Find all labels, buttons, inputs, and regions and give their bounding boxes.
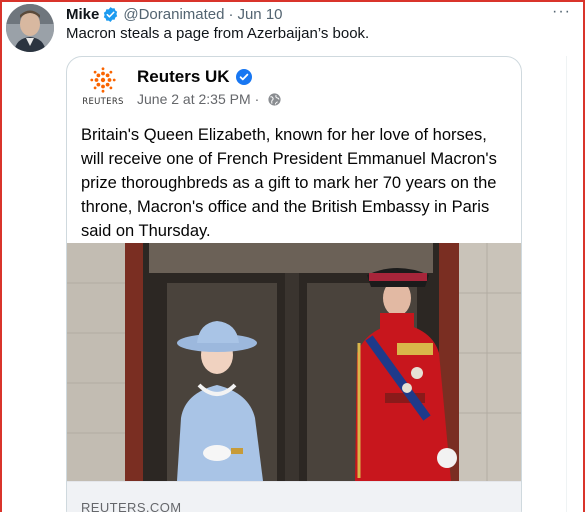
post-body: Britain's Queen Elizabeth, known for her… xyxy=(81,126,497,240)
reuters-logo: REUTERS xyxy=(81,67,125,107)
post-meta: June 2 at 2:35 PM · xyxy=(137,91,281,107)
author-handle[interactable]: @Doranimated xyxy=(123,6,224,23)
reuters-logo-icon xyxy=(90,67,116,93)
tweet-date[interactable]: Jun 10 xyxy=(237,6,282,23)
reuters-logo-text: REUTERS xyxy=(82,97,124,107)
more-horizontal-icon[interactable]: ··· xyxy=(552,4,571,20)
author-name[interactable]: Mike xyxy=(66,6,99,23)
tweet-header: Mike @Doranimated · Jun 10 xyxy=(66,4,283,24)
globe-icon xyxy=(268,92,281,106)
verified-badge-icon xyxy=(235,69,252,85)
page-name-row: Reuters UK xyxy=(137,67,252,87)
separator-dot: · xyxy=(254,91,260,107)
divider xyxy=(566,56,567,512)
separator-dot: · xyxy=(228,5,234,23)
verified-badge-icon xyxy=(102,6,119,23)
link-preview-bar[interactable]: REUTERS.COM xyxy=(67,481,521,512)
link-domain[interactable]: REUTERS.COM xyxy=(81,500,181,512)
news-photo-image xyxy=(67,243,521,481)
news-photo[interactable] xyxy=(67,243,521,481)
embedded-post-card[interactable]: REUTERS Reuters UK June 2 at 2:35 PM · B… xyxy=(66,56,522,512)
tweet-text: Macron steals a page from Azerbaijan’s b… xyxy=(66,25,370,42)
avatar[interactable] xyxy=(6,4,54,52)
post-timestamp[interactable]: June 2 at 2:35 PM xyxy=(137,91,251,107)
page-name[interactable]: Reuters UK xyxy=(137,67,230,87)
